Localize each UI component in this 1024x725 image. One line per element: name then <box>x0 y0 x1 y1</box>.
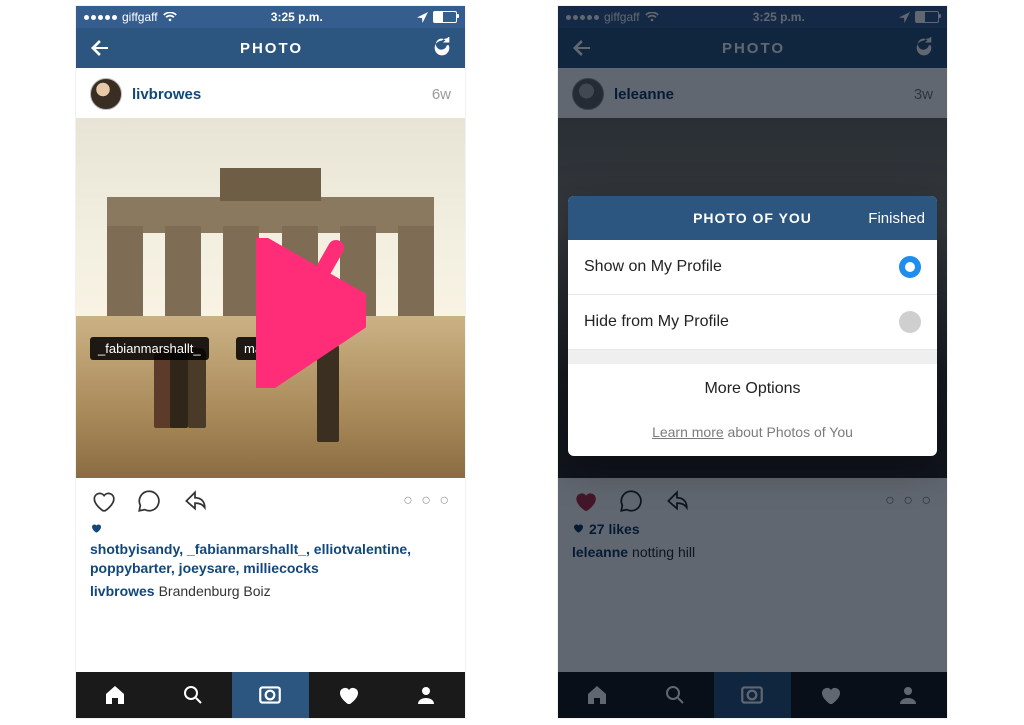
option-show-on-profile[interactable]: Show on My Profile <box>568 240 937 295</box>
photo-of-you-modal: PHOTO OF YOU Finished Show on My Profile… <box>568 196 937 456</box>
radio-selected-icon <box>899 256 921 278</box>
learn-more-line: Learn more about Photos of You <box>568 414 937 456</box>
tab-home[interactable] <box>76 672 154 718</box>
wifi-icon <box>163 12 177 22</box>
radio-unselected-icon <box>899 311 921 333</box>
photo-tag[interactable]: max8378 <box>236 337 305 360</box>
refresh-icon[interactable] <box>431 37 453 59</box>
clock-label: 3:25 p.m. <box>271 10 323 24</box>
post-photo[interactable]: _fabianmarshallt_ max8378 <box>76 118 465 478</box>
learn-more-rest: about Photos of You <box>724 424 853 440</box>
photo-tag[interactable]: _fabianmarshallt_ <box>90 337 209 360</box>
tab-activity[interactable] <box>309 672 387 718</box>
nav-title: PHOTO <box>240 40 303 57</box>
likers-line[interactable]: shotbyisandy, _fabianmarshallt_, elliotv… <box>90 520 451 579</box>
modal-header: PHOTO OF YOU Finished <box>568 196 937 240</box>
likers-list[interactable]: shotbyisandy, _fabianmarshallt_, elliotv… <box>90 540 451 579</box>
more-options-button[interactable]: More Options <box>568 364 937 414</box>
modal-title: PHOTO OF YOU <box>693 210 812 226</box>
post-age: 6w <box>432 86 451 103</box>
tab-camera[interactable] <box>232 672 310 718</box>
tab-search[interactable] <box>154 672 232 718</box>
option-label: Show on My Profile <box>584 258 722 276</box>
tab-profile[interactable] <box>387 672 465 718</box>
action-bar: ○ ○ ○ <box>76 478 465 520</box>
caption-username[interactable]: livbrowes <box>90 583 155 599</box>
post-header: livbrowes 6w <box>76 68 465 118</box>
avatar[interactable] <box>90 78 122 110</box>
battery-icon <box>433 11 457 23</box>
phone-left: giffgaff 3:25 p.m. PHOTO <box>76 6 465 718</box>
nav-bar: PHOTO <box>76 28 465 68</box>
more-dots-icon[interactable]: ○ ○ ○ <box>403 492 451 510</box>
learn-more-link[interactable]: Learn more <box>652 424 724 440</box>
username-link[interactable]: livbrowes <box>132 86 201 103</box>
location-arrow-icon <box>417 12 428 23</box>
heart-icon[interactable] <box>90 488 116 514</box>
caption-text: Brandenburg Boiz <box>159 583 271 599</box>
back-arrow-icon[interactable] <box>88 36 112 60</box>
caption: livbrowesBrandenburg Boiz <box>90 583 451 599</box>
heart-filled-icon <box>90 520 102 540</box>
status-bar: giffgaff 3:25 p.m. <box>76 6 465 28</box>
carrier-label: giffgaff <box>122 10 158 24</box>
tab-bar <box>76 672 465 718</box>
finished-button[interactable]: Finished <box>868 210 925 227</box>
option-hide-from-profile[interactable]: Hide from My Profile <box>568 295 937 350</box>
comment-icon[interactable] <box>136 488 162 514</box>
share-icon[interactable] <box>182 488 208 514</box>
phone-right: giffgaff 3:25 p.m. PHOTO leleanne 3w <box>558 6 947 718</box>
signal-dots-icon <box>84 15 117 20</box>
option-label: Hide from My Profile <box>584 313 729 331</box>
